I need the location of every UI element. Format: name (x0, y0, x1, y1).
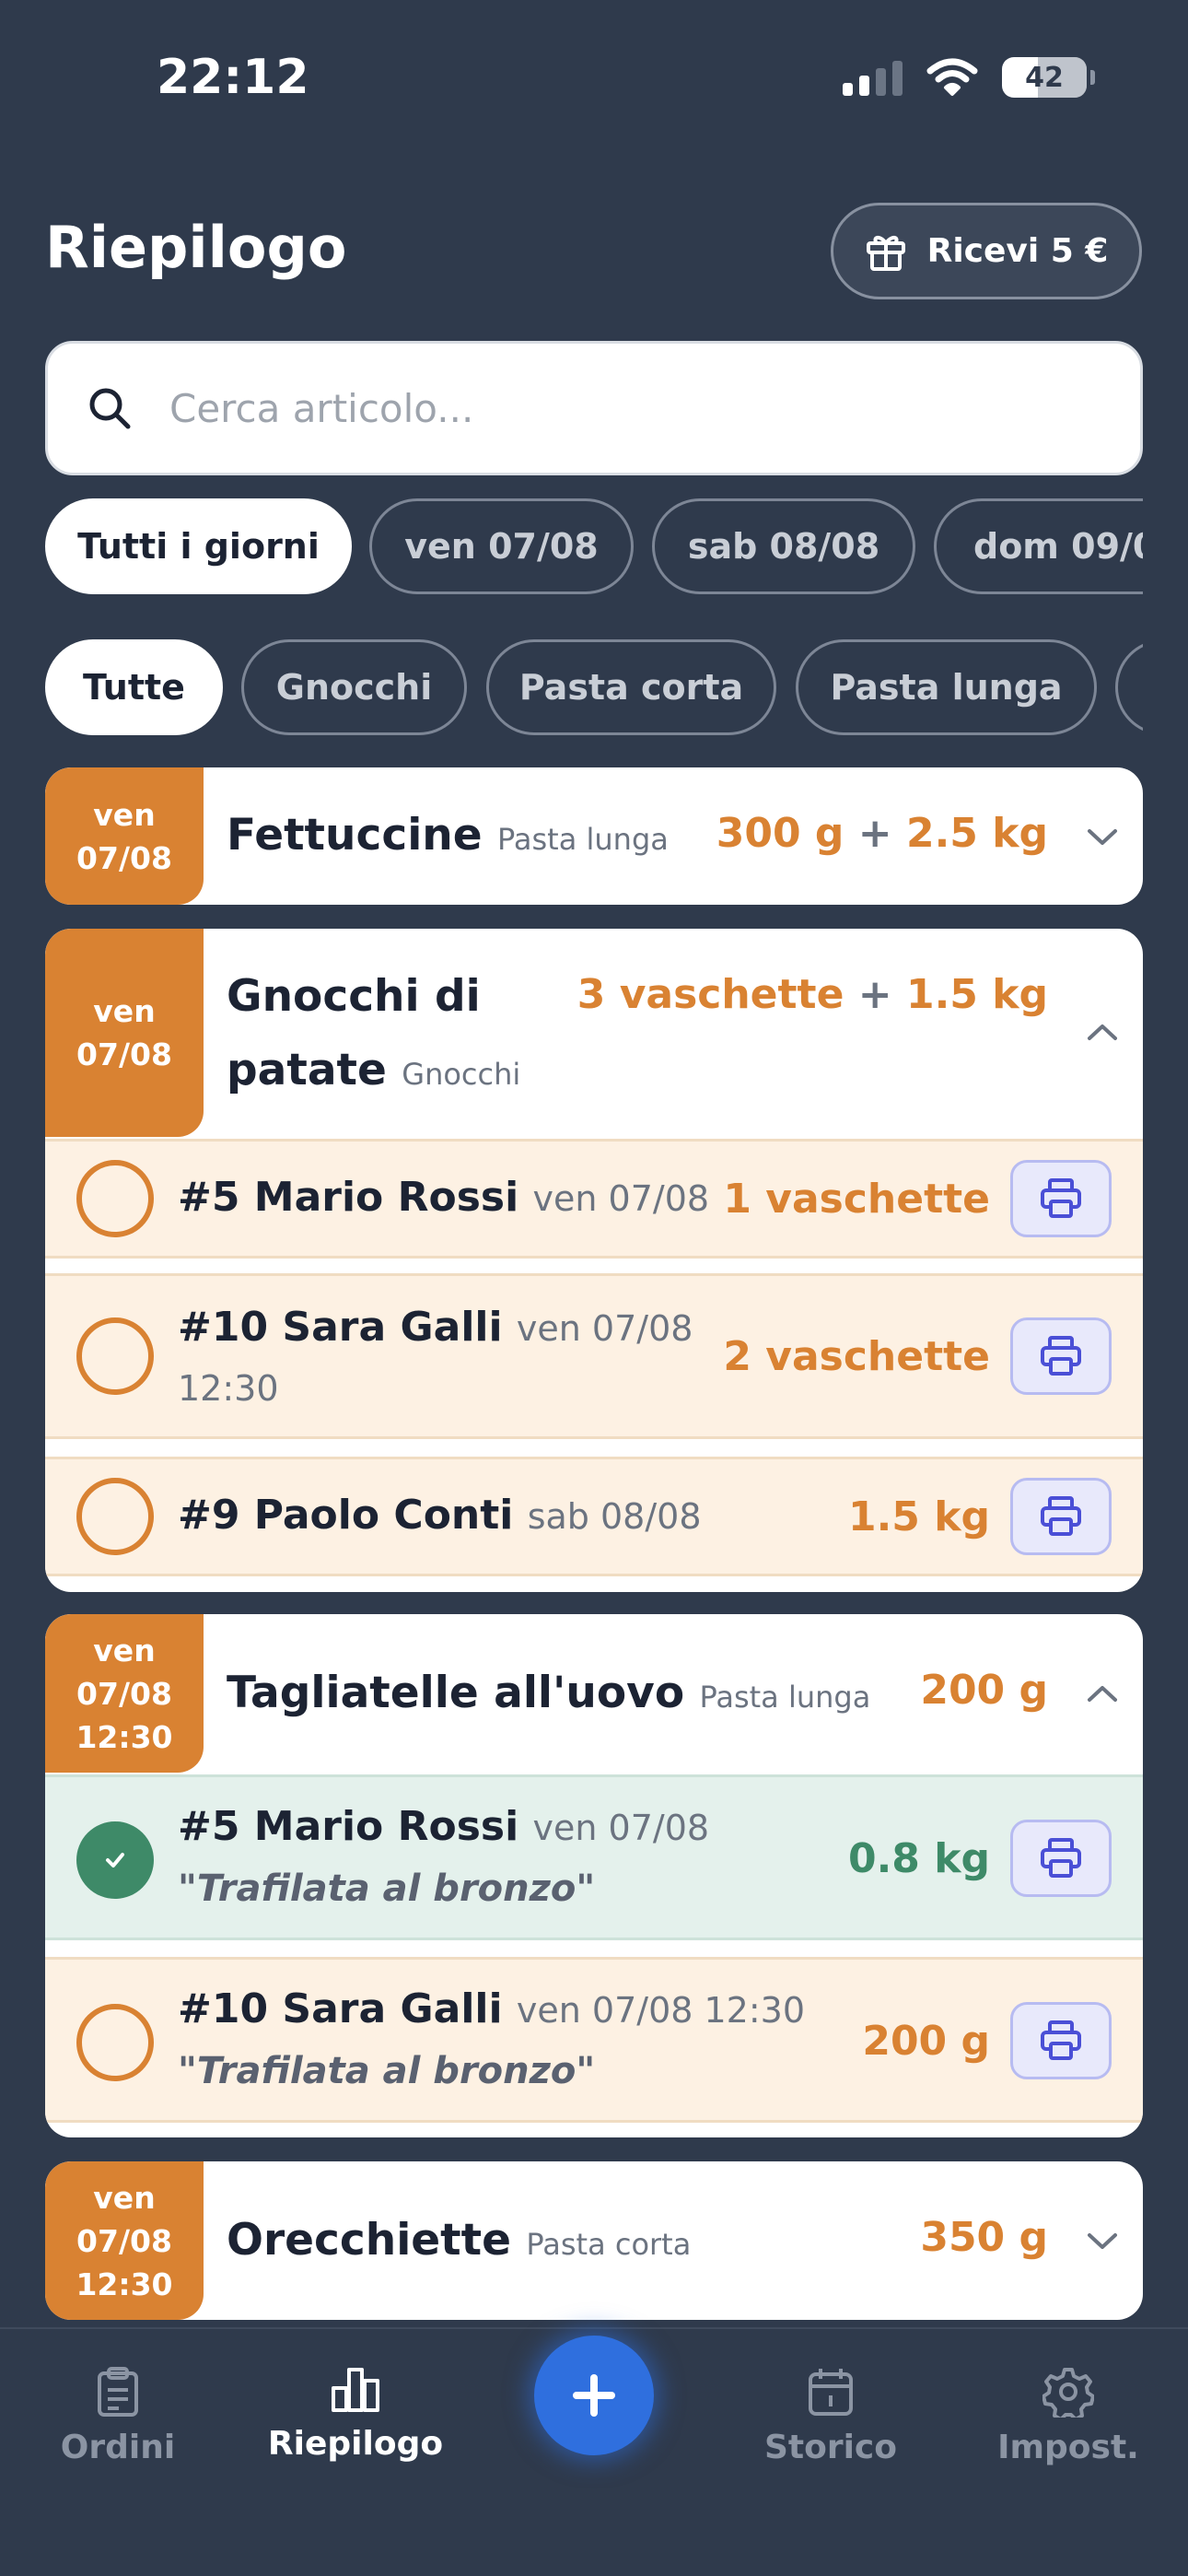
day-filter-fri[interactable]: ven 07/08 (369, 498, 634, 594)
order-qty: 0.8 kg (847, 1835, 990, 1882)
page-title: Riepilogo (45, 214, 347, 281)
chevron-up-icon[interactable] (1084, 1013, 1121, 1050)
order-qty: 200 g (862, 2018, 990, 2065)
print-button[interactable] (1010, 1160, 1112, 1237)
chevron-down-icon[interactable] (1084, 818, 1121, 855)
order-note: "Trafilata al bronzo" (178, 2050, 596, 2092)
tab-impostazioni[interactable]: Impost. (967, 2366, 1170, 2466)
order-customer: #10 Sara Galli ven 07/08 (178, 1304, 693, 1351)
product-card-tagliatelle[interactable]: ven 07/08 12:30 Tagliatelle all'uovo Pas… (45, 1614, 1143, 2137)
bar-chart-icon (332, 2368, 379, 2412)
tab-storico[interactable]: Storico (729, 2366, 932, 2466)
order-row[interactable]: #10 Sara Galli ven 07/08 12:30 2 vaschet… (45, 1273, 1143, 1439)
tab-riepilogo[interactable]: Riepilogo (254, 2366, 457, 2463)
calendar-icon (809, 2369, 853, 2416)
order-row[interactable]: #5 Mario Rossi ven 07/08 1 vaschette (45, 1139, 1143, 1259)
order-row[interactable]: #9 Paolo Conti sab 08/08 1.5 kg (45, 1457, 1143, 1576)
date-badge: ven 07/08 12:30 (45, 1614, 204, 1773)
order-time: 12:30 (178, 1368, 279, 1409)
product-title: Fettuccine Pasta lunga (227, 810, 669, 861)
printer-icon (1041, 1496, 1081, 1536)
product-total-qty: 200 g (920, 1667, 1048, 1714)
product-card-gnocchi[interactable]: ven 07/08 Gnocchi di patate Gnocchi 3 va… (45, 929, 1143, 1592)
search-icon (89, 388, 131, 429)
day-filter-sat[interactable]: sab 08/08 (652, 498, 915, 594)
print-button[interactable] (1010, 1478, 1112, 1555)
date-badge: ven 07/08 12:30 (45, 2161, 204, 2320)
order-qty: 1.5 kg (847, 1493, 990, 1540)
product-category: Pasta lunga (699, 1680, 871, 1715)
day-filter-all[interactable]: Tutti i giorni (45, 498, 352, 594)
print-button[interactable] (1010, 1820, 1112, 1897)
search-bar[interactable] (45, 341, 1143, 475)
referral-button[interactable]: Ricevi 5 € (831, 203, 1142, 299)
printer-icon (1041, 2020, 1081, 2060)
product-title: Gnocchi di patate Gnocchi (227, 971, 521, 1095)
category-filter-row[interactable]: Tutte Gnocchi Pasta corta Pasta lunga (45, 639, 1143, 735)
order-customer: #9 Paolo Conti sab 08/08 (178, 1492, 702, 1539)
chevron-up-icon[interactable] (1084, 1675, 1121, 1712)
complete-checkbox[interactable] (76, 1317, 154, 1395)
gift-icon (866, 235, 905, 271)
order-customer: #5 Mario Rossi ven 07/08 (178, 1803, 710, 1850)
status-time: 22:12 (157, 50, 309, 105)
battery-level: 42 (1025, 61, 1064, 94)
search-input[interactable] (169, 385, 998, 431)
category-filter-all[interactable]: Tutte (45, 639, 223, 735)
complete-checkbox[interactable] (76, 1821, 154, 1899)
print-button[interactable] (1010, 1317, 1112, 1395)
product-card-fettuccine[interactable]: ven 07/08 Fettuccine Pasta lunga 300 g +… (45, 767, 1143, 905)
tab-ordini[interactable]: Ordini (17, 2366, 219, 2466)
check-icon (106, 1853, 124, 1868)
gear-icon (1042, 2368, 1094, 2418)
product-total-qty: 300 g + 2.5 kg (716, 810, 1048, 857)
category-filter-pasta-lunga[interactable]: Pasta lunga (796, 639, 1097, 735)
cellular-signal-icon (843, 59, 903, 96)
status-icons: 42 (843, 57, 1095, 98)
day-filter-sun[interactable]: dom 09/0 (934, 498, 1143, 594)
order-customer: #5 Mario Rossi ven 07/08 (178, 1174, 710, 1221)
product-title: Tagliatelle all'uovo Pasta lunga (227, 1668, 871, 1718)
product-total-qty: 3 vaschette + 1.5 kg (577, 971, 1048, 1018)
print-button[interactable] (1010, 2002, 1112, 2079)
plus-icon (573, 2374, 615, 2417)
battery-icon: 42 (1002, 57, 1095, 98)
order-row[interactable]: #10 Sara Galli ven 07/08 12:30 "Trafilat… (45, 1957, 1143, 2123)
product-card-orecchiette[interactable]: ven 07/08 12:30 Orecchiette Pasta corta … (45, 2161, 1143, 2320)
product-category: Gnocchi (402, 1057, 521, 1092)
product-category: Pasta lunga (497, 822, 669, 857)
product-category: Pasta corta (526, 2227, 692, 2262)
printer-icon (1041, 1178, 1081, 1218)
date-badge: ven 07/08 (45, 929, 204, 1137)
category-filter-gnocchi[interactable]: Gnocchi (241, 639, 467, 735)
printer-icon (1041, 1336, 1081, 1376)
clipboard-icon (98, 2367, 138, 2417)
product-title: Orecchiette Pasta corta (227, 2215, 692, 2266)
printer-icon (1041, 1838, 1081, 1878)
order-row[interactable]: #5 Mario Rossi ven 07/08 "Trafilata al b… (45, 1774, 1143, 1940)
product-total-qty: 350 g (920, 2214, 1048, 2261)
add-order-button[interactable] (534, 2336, 654, 2455)
date-badge: ven 07/08 (45, 767, 204, 905)
status-bar: 22:12 42 (0, 0, 1188, 157)
order-note: "Trafilata al bronzo" (178, 1868, 596, 1910)
wifi-icon (926, 58, 978, 96)
order-customer: #10 Sara Galli ven 07/08 12:30 (178, 1985, 806, 2032)
order-qty: 2 vaschette (723, 1333, 990, 1380)
day-filter-row[interactable]: Tutti i giorni ven 07/08 sab 08/08 dom 0… (45, 498, 1143, 594)
category-filter-pasta-corta[interactable]: Pasta corta (486, 639, 776, 735)
referral-label: Ricevi 5 € (926, 232, 1109, 270)
complete-checkbox[interactable] (76, 1478, 154, 1555)
category-filter-more[interactable] (1115, 639, 1143, 735)
complete-checkbox[interactable] (76, 2004, 154, 2081)
order-qty: 1 vaschette (723, 1176, 990, 1223)
complete-checkbox[interactable] (76, 1160, 154, 1237)
chevron-down-icon[interactable] (1084, 2222, 1121, 2259)
